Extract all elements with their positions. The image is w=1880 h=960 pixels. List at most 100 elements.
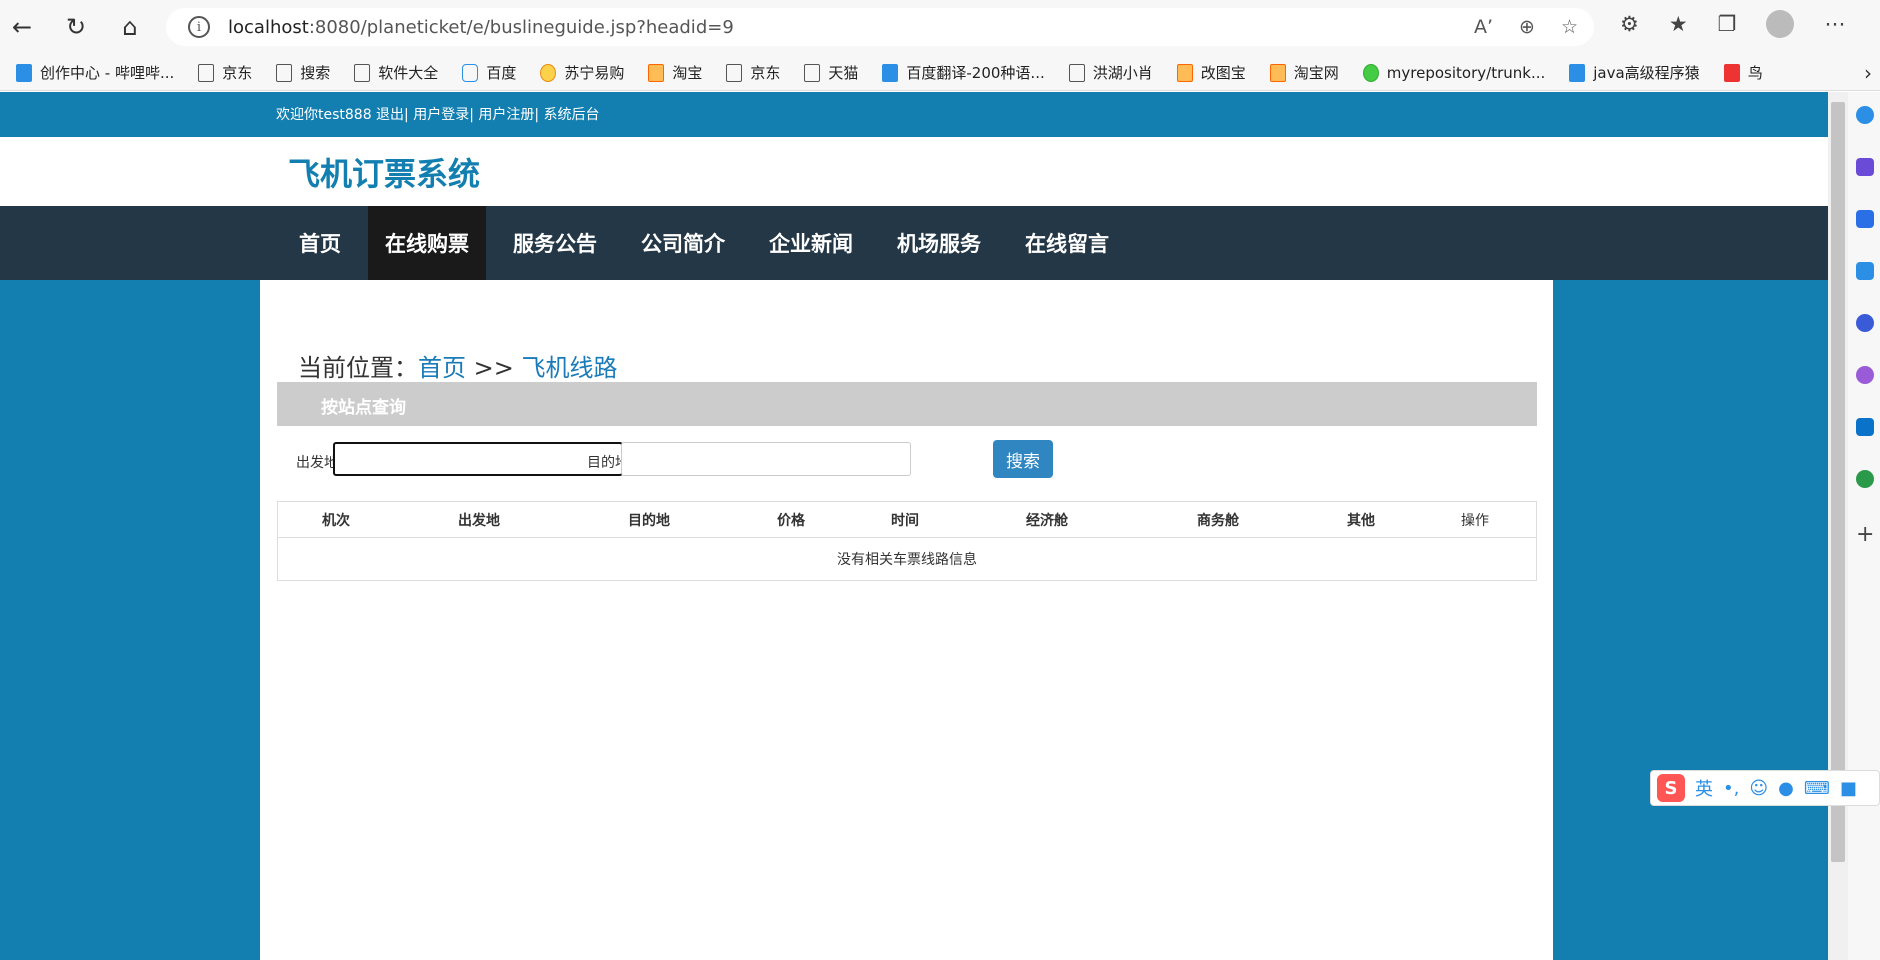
refresh-icon[interactable]: ↻ — [54, 5, 98, 49]
main-nav: 首页 在线购票 服务公告 公司简介 企业新闻 机场服务 在线留言 — [0, 206, 1828, 280]
edge-sidebar: + — [1848, 92, 1880, 960]
breadcrumb-home-link[interactable]: 首页 — [418, 354, 466, 382]
profile-avatar[interactable] — [1766, 10, 1795, 38]
extensions-icon[interactable]: ⚙ — [1620, 12, 1639, 36]
bird-icon — [1068, 63, 1085, 82]
home-icon[interactable]: ⌂ — [108, 5, 152, 49]
bookmark-item[interactable]: 淘宝网 — [1260, 62, 1349, 83]
zoom-icon[interactable]: ⊕ — [1519, 16, 1535, 38]
nav-item-home[interactable]: 首页 — [282, 206, 358, 280]
browser-toolbar: ← ↻ ⌂ i localhost :8080/planeticket/e/bu… — [0, 0, 1880, 55]
nav-item-news[interactable]: 企业新闻 — [752, 206, 870, 280]
nav-item-message[interactable]: 在线留言 — [1008, 206, 1126, 280]
bookmarks-bar: 创作中心 - 哔哩哔... 京东 搜索 软件大全 百度 苏宁易购 淘宝 京东 天… — [0, 55, 1880, 91]
shopping-icon[interactable] — [1856, 210, 1874, 228]
from-label: 出发地 — [296, 455, 338, 471]
bookmark-item[interactable]: 百度翻译-200种语... — [872, 62, 1054, 83]
chevron-right-icon[interactable]: › — [1864, 61, 1872, 85]
search-button[interactable]: 搜索 — [993, 440, 1053, 478]
sogou-logo-icon: S — [1657, 774, 1685, 802]
bookmark-item[interactable]: myrepository/trunk... — [1353, 63, 1555, 82]
breadcrumb: 当前位置：首页 >> 飞机线路 — [298, 354, 618, 382]
column-header: 价格 — [777, 512, 805, 529]
gaitubao-icon — [1176, 63, 1193, 82]
nav-item-airport-service[interactable]: 机场服务 — [880, 206, 998, 280]
outlook-icon[interactable] — [1856, 418, 1874, 436]
nav-item-buy-ticket[interactable]: 在线购票 — [368, 206, 486, 280]
taobao-icon — [648, 63, 665, 82]
bookmark-item[interactable]: 苏宁易购 — [530, 62, 634, 83]
bookmark-item[interactable]: 改图宝 — [1167, 62, 1256, 83]
search-form: 出发地 目的地 搜索 — [277, 440, 1537, 480]
baidu-icon — [462, 63, 479, 82]
bilibili-icon — [1569, 63, 1586, 82]
keyboard-icon[interactable]: ⌨ — [1804, 778, 1830, 799]
address-bar[interactable]: i localhost :8080/planeticket/e/buslineg… — [166, 8, 1594, 46]
table-empty-row: 没有相关车票线路信息 — [837, 552, 977, 568]
site-info-icon[interactable]: i — [188, 16, 210, 38]
bookmark-item[interactable]: java高级程序猿 — [1559, 62, 1709, 83]
bookmark-item[interactable]: 百度 — [452, 62, 526, 83]
bookmark-item[interactable]: 软件大全 — [344, 62, 448, 83]
mic-icon[interactable]: ● — [1778, 778, 1794, 799]
bookmark-item[interactable]: 创作中心 - 哔哩哔... — [6, 62, 184, 83]
page-icon — [726, 63, 743, 82]
page-icon — [276, 63, 293, 82]
search-panel-header: 按站点查询 — [277, 382, 1537, 426]
nav-item-notice[interactable]: 服务公告 — [496, 206, 614, 280]
taobao-icon — [1269, 63, 1286, 82]
favorites-icon[interactable]: ★ — [1669, 12, 1688, 36]
chrome-icon — [1362, 63, 1379, 82]
search-icon[interactable] — [1856, 106, 1874, 124]
people-icon[interactable] — [1856, 314, 1874, 332]
ime-toolbar[interactable]: S 英 •, ☺ ● ⌨ ■ — [1650, 770, 1880, 806]
suning-icon — [540, 63, 557, 82]
more-icon[interactable]: ⋯ — [1824, 12, 1845, 36]
tools-icon[interactable] — [1856, 262, 1874, 280]
bookmark-item[interactable]: 鸟 — [1714, 62, 1773, 83]
bookmark-item[interactable]: 洪湖小肖 — [1059, 62, 1163, 83]
user-links[interactable]: 欢迎你test888 退出| 用户登录| 用户注册| 系统后台 — [276, 104, 600, 124]
skin-icon[interactable]: ■ — [1840, 778, 1857, 799]
nav-item-about[interactable]: 公司简介 — [624, 206, 742, 280]
bookmark-item[interactable]: 京东 — [716, 62, 790, 83]
emoji-icon[interactable]: ☺ — [1749, 778, 1768, 799]
ime-lang[interactable]: 英 — [1695, 775, 1713, 801]
read-aloud-icon[interactable]: A’ — [1474, 16, 1493, 38]
table-header: 机次 出发地 目的地 价格 时间 经济舱 商务舱 其他 操作 — [278, 502, 1536, 538]
bilibili-icon — [16, 63, 32, 82]
column-header: 目的地 — [628, 512, 670, 529]
column-header: 时间 — [891, 512, 919, 529]
column-header: 商务舱 — [1197, 512, 1239, 529]
office-icon[interactable] — [1856, 366, 1874, 384]
column-header: 出发地 — [458, 512, 500, 529]
scrollbar-thumb[interactable] — [1831, 102, 1845, 862]
top-bar: 欢迎你test888 退出| 用户登录| 用户注册| 系统后台 — [0, 92, 1828, 137]
copilot-icon[interactable] — [1856, 158, 1874, 176]
page-icon — [804, 63, 821, 82]
punct-icon[interactable]: •, — [1723, 778, 1739, 799]
breadcrumb-current-link[interactable]: 飞机线路 — [521, 354, 617, 382]
route-table: 机次 出发地 目的地 价格 时间 经济舱 商务舱 其他 操作 没有相关车票线路信… — [277, 501, 1537, 581]
bookmark-item[interactable]: 京东 — [188, 62, 262, 83]
site-header: 飞机订票系统 — [0, 137, 1828, 206]
from-input[interactable] — [333, 442, 623, 476]
collections-icon[interactable]: ❐ — [1718, 12, 1737, 36]
page-scrollbar[interactable] — [1828, 92, 1848, 960]
site-title: 飞机订票系统 — [288, 155, 481, 193]
to-input[interactable] — [621, 442, 911, 476]
column-header: 经济舱 — [1026, 512, 1068, 529]
page-viewport: 欢迎你test888 退出| 用户登录| 用户注册| 系统后台 飞机订票系统 首… — [0, 92, 1828, 960]
column-header: 机次 — [322, 512, 350, 529]
add-icon[interactable]: + — [1856, 522, 1874, 547]
tree-icon[interactable] — [1856, 470, 1874, 488]
bookmark-item[interactable]: 天猫 — [794, 62, 868, 83]
main-content: 当前位置：首页 >> 飞机线路 按站点查询 出发地 目的地 搜索 机次 出发地 … — [260, 280, 1553, 960]
page-icon — [198, 63, 215, 82]
back-icon[interactable]: ← — [0, 5, 44, 49]
bookmark-item[interactable]: 淘宝 — [638, 62, 712, 83]
page-icon — [354, 63, 371, 82]
favorite-add-icon[interactable]: ☆ — [1561, 16, 1578, 38]
search-panel-title: 按站点查询 — [321, 398, 406, 418]
bookmark-item[interactable]: 搜索 — [266, 62, 340, 83]
